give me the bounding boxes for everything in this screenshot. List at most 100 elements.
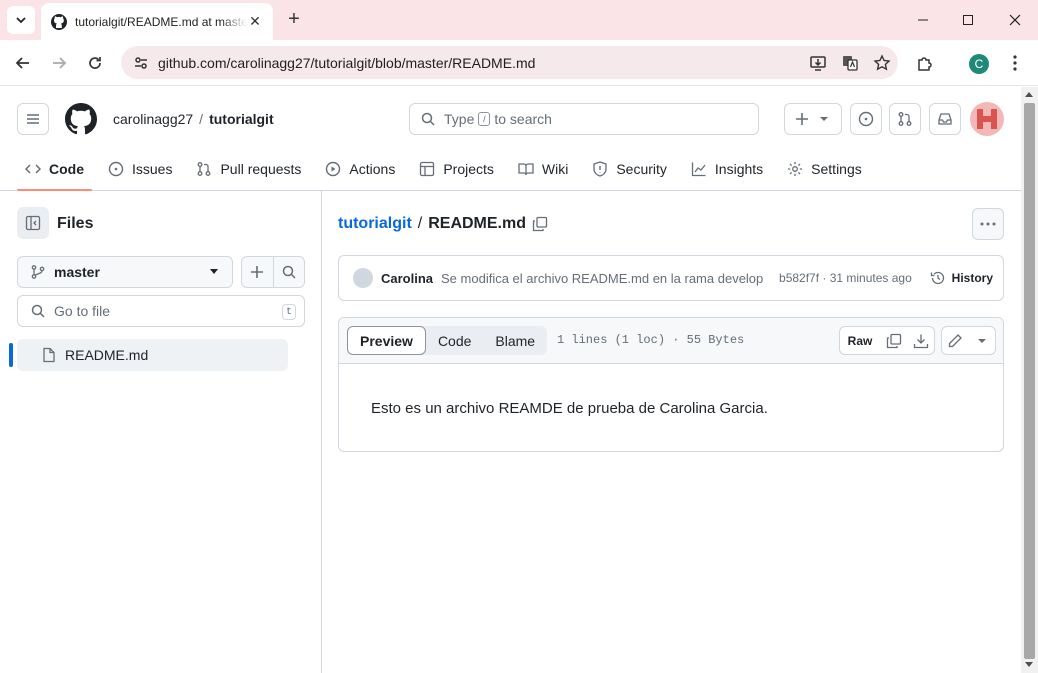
file-tree-item[interactable]: README.md <box>17 339 288 371</box>
tab-code[interactable]: Code <box>17 147 92 191</box>
tab-issues-label: Issues <box>132 161 173 177</box>
inbox-button[interactable] <box>929 103 961 135</box>
tab-insights[interactable]: Insights <box>683 147 771 191</box>
profile-avatar[interactable]: C <box>969 54 989 74</box>
blame-tab[interactable]: Blame <box>483 326 547 355</box>
git-pull-request-icon <box>198 162 211 176</box>
tab-search-button[interactable] <box>7 6 35 34</box>
code-icon <box>25 164 41 174</box>
edit-options-button[interactable] <box>968 326 996 355</box>
tab-insights-label: Insights <box>714 161 764 177</box>
commit-sha-time[interactable]: b582f7f · 31 minutes ago <box>779 271 912 285</box>
tab-settings[interactable]: Settings <box>779 147 870 191</box>
author-avatar[interactable] <box>353 268 373 288</box>
preview-tab[interactable]: Preview <box>347 326 426 355</box>
extensions-button[interactable] <box>912 50 938 76</box>
back-button[interactable] <box>10 50 36 76</box>
close-tab-icon[interactable]: ✕ <box>247 13 263 30</box>
table-icon <box>420 161 435 177</box>
maximize-button[interactable] <box>945 0 991 40</box>
browser-tab[interactable]: tutorialgit/README.md at master ✕ <box>41 3 273 40</box>
more-options-button[interactable] <box>972 208 1004 240</box>
search-icon <box>421 112 435 126</box>
new-tab-button[interactable]: + <box>283 8 305 30</box>
file-content-box: Preview Code Blame 1 lines (1 loc) · 55 … <box>338 317 1004 452</box>
file-breadcrumb: tutorialgit / README.md <box>338 215 548 233</box>
raw-button[interactable]: Raw <box>839 326 881 355</box>
issue-opened-icon <box>108 161 124 177</box>
minimize-button[interactable] <box>900 0 946 40</box>
github-logo-icon[interactable] <box>65 103 97 135</box>
copy-raw-button[interactable] <box>880 326 908 355</box>
search-placeholder-after: to search <box>494 111 552 127</box>
tab-code-label: Code <box>49 161 84 177</box>
edit-button[interactable] <box>941 326 969 355</box>
go-to-file-input[interactable]: Go to file t <box>17 295 305 327</box>
go-to-file-placeholder: Go to file <box>54 303 111 319</box>
tab-pull-requests[interactable]: Pull requests <box>188 147 309 191</box>
site-info-icon[interactable] <box>130 55 152 71</box>
tab-wiki[interactable]: Wiki <box>510 147 576 191</box>
close-window-button[interactable] <box>992 0 1038 40</box>
branch-selector[interactable]: master <box>17 256 233 288</box>
add-file-button[interactable] <box>242 257 274 287</box>
repo-breadcrumb: carolinagg27 / tutorialgit <box>113 111 274 127</box>
download-button[interactable] <box>907 326 935 355</box>
raw-label: Raw <box>847 333 873 348</box>
scrollbar-thumb[interactable] <box>1024 103 1035 659</box>
shield-icon <box>593 161 607 177</box>
tab-title: tutorialgit/README.md at master <box>75 14 247 29</box>
maximize-icon <box>963 15 973 25</box>
repo-link[interactable]: tutorialgit <box>209 111 274 127</box>
user-avatar[interactable] <box>970 102 1004 136</box>
browser-menu-button[interactable] <box>1002 50 1028 76</box>
copy-path-icon[interactable] <box>532 216 548 232</box>
tab-security[interactable]: Security <box>584 147 675 191</box>
page-scrollbar[interactable] <box>1021 87 1038 673</box>
create-new-button[interactable] <box>784 103 842 135</box>
chevron-down-icon <box>16 17 26 24</box>
owner-link[interactable]: carolinagg27 <box>113 111 193 127</box>
file-tree-sidebar: Files master Go to file t README.md <box>0 191 322 673</box>
commit-author[interactable]: Carolina <box>381 271 433 286</box>
sidebar-title: Files <box>57 215 94 232</box>
breadcrumb-repo-link[interactable]: tutorialgit <box>338 215 412 233</box>
triangle-down-icon <box>210 269 218 274</box>
history-link[interactable]: History <box>930 270 993 286</box>
collapse-sidebar-button[interactable] <box>17 207 49 239</box>
scroll-up-icon[interactable] <box>1025 92 1033 97</box>
reload-button[interactable] <box>82 50 108 76</box>
search-files-button[interactable] <box>274 257 305 287</box>
address-bar[interactable]: github.com/carolinagg27/tutorialgit/blob… <box>121 46 898 79</box>
url-text[interactable]: github.com/carolinagg27/tutorialgit/blob… <box>158 55 802 71</box>
tab-actions[interactable]: Actions <box>317 147 403 191</box>
bookmark-star-icon[interactable] <box>866 53 898 72</box>
pull-requests-button[interactable] <box>889 103 921 135</box>
code-tab[interactable]: Code <box>426 326 483 355</box>
copy-icon <box>886 333 901 348</box>
scroll-down-icon[interactable] <box>1025 662 1033 667</box>
file-tree-item-label: README.md <box>65 347 149 363</box>
minimize-icon <box>918 19 928 21</box>
sidebar-actions <box>241 256 305 288</box>
install-app-icon[interactable] <box>802 54 834 72</box>
issues-button[interactable] <box>850 103 882 135</box>
forward-button[interactable] <box>46 50 72 76</box>
issue-opened-icon <box>858 111 874 127</box>
history-icon <box>930 271 944 285</box>
view-mode-switch: Preview Code Blame <box>347 326 548 355</box>
kebab-horizontal-icon <box>980 222 996 226</box>
tab-pull-requests-label: Pull requests <box>220 161 302 177</box>
tab-projects[interactable]: Projects <box>411 147 502 191</box>
pencil-icon <box>948 333 962 347</box>
search-input[interactable]: Type / to search <box>409 103 759 135</box>
tab-wiki-label: Wiki <box>541 161 569 177</box>
file-meta: 1 lines (1 loc) · 55 Bytes <box>557 333 745 347</box>
translate-icon[interactable] <box>834 54 866 72</box>
triangle-down-icon <box>977 338 986 343</box>
open-global-nav-button[interactable] <box>17 103 49 135</box>
commit-message[interactable]: Se modifica el archivo README.md en la r… <box>441 271 771 286</box>
history-label: History <box>951 271 993 285</box>
breadcrumb-separator: / <box>417 215 423 232</box>
tab-issues[interactable]: Issues <box>100 147 180 191</box>
